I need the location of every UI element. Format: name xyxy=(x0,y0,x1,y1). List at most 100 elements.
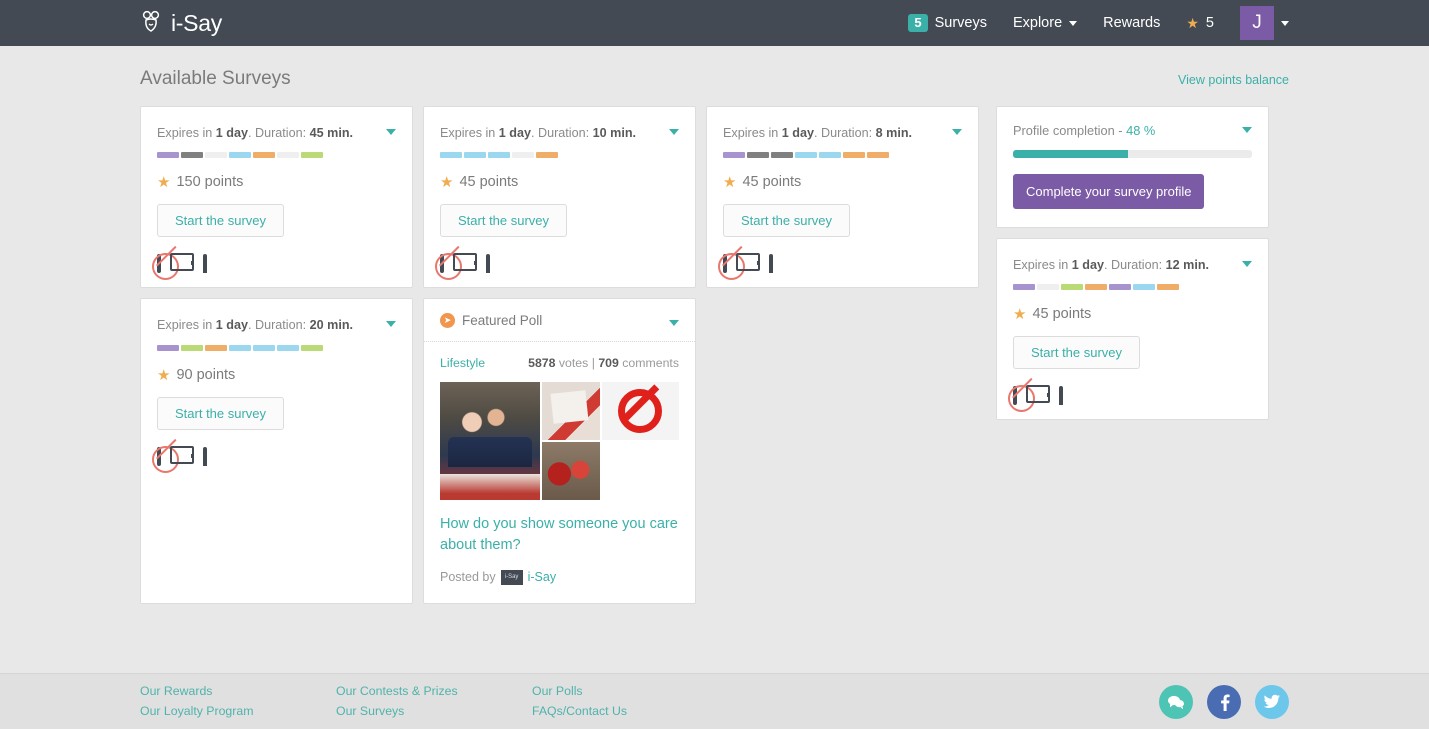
duration-value: 12 min. xyxy=(1165,258,1210,272)
tablet-icon xyxy=(1026,385,1050,404)
poll-votes-label: votes | xyxy=(555,356,599,371)
user-menu[interactable]: J xyxy=(1240,6,1289,40)
complete-profile-button[interactable]: Complete your survey profile xyxy=(1013,174,1205,209)
survey-points-label: 150 points xyxy=(176,174,244,191)
expires-value: 1 day xyxy=(215,318,249,333)
survey-card[interactable]: Expires in 1 day. Duration: 20 min. ★ 90… xyxy=(140,298,413,604)
chevron-down-icon[interactable] xyxy=(669,129,679,135)
nav-explore[interactable]: Explore xyxy=(1012,15,1078,31)
survey-card-header: Expires in 1 day. Duration: 12 min. xyxy=(1013,257,1252,273)
device-support-icons xyxy=(1008,385,1252,413)
footer-link[interactable]: Our Rewards xyxy=(140,683,336,700)
expires-value: 1 day xyxy=(1071,258,1105,272)
progress-segment xyxy=(229,152,251,159)
footer-link[interactable]: Our Surveys xyxy=(336,703,532,720)
chevron-down-icon[interactable] xyxy=(952,129,962,135)
start-survey-button[interactable]: Start the survey xyxy=(440,204,568,238)
avatar[interactable]: J xyxy=(1240,6,1274,40)
nav-points-value: 5 xyxy=(1205,15,1214,31)
footer-link[interactable]: Our Polls xyxy=(532,683,728,700)
chevron-down-icon[interactable] xyxy=(1242,127,1252,133)
expires-value: 1 day xyxy=(498,126,532,140)
survey-card-meta: Expires in 1 day. Duration: 45 min. xyxy=(157,125,353,141)
survey-card-meta: Expires in 1 day. Duration: 12 min. xyxy=(1013,257,1209,273)
progress-segment xyxy=(253,344,275,351)
progress-segment xyxy=(512,152,534,159)
arrow-circle-right-icon: ➤ xyxy=(440,313,455,329)
start-survey-button[interactable]: Start the survey xyxy=(1013,336,1141,370)
facebook-icon[interactable] xyxy=(1207,684,1241,719)
duration-prefix: . Duration: xyxy=(248,126,310,140)
duration-value: 8 min. xyxy=(875,126,913,140)
survey-card-header: Expires in 1 day. Duration: 45 min. xyxy=(157,125,396,141)
progress-segment xyxy=(1133,284,1155,291)
nav-links: 5 Surveys Explore Rewards ★ 5 J xyxy=(908,6,1289,40)
chevron-down-icon[interactable] xyxy=(1281,20,1289,26)
survey-card[interactable]: Expires in 1 day. Duration: 45 min. ★ 15… xyxy=(140,106,413,289)
footer-link[interactable]: Our Contests & Prizes xyxy=(336,683,532,700)
nav-rewards-label: Rewards xyxy=(1103,15,1161,31)
chat-bubble-icon[interactable] xyxy=(1159,684,1193,719)
survey-card[interactable]: Expires in 1 day. Duration: 12 min. ★ 45… xyxy=(996,238,1269,421)
survey-card[interactable]: Expires in 1 day. Duration: 10 min. ★ 45… xyxy=(423,106,696,289)
progress-segment xyxy=(205,344,227,351)
survey-card-meta: Expires in 1 day. Duration: 20 min. xyxy=(157,317,353,333)
progress-segment xyxy=(157,152,179,159)
survey-points-label: 45 points xyxy=(1032,306,1092,323)
mobile-phone-not-supported-icon xyxy=(152,253,179,281)
laptop-icon xyxy=(486,254,516,274)
profile-progress-fill xyxy=(1013,150,1128,158)
chevron-down-icon[interactable] xyxy=(669,319,679,326)
device-support-icons xyxy=(152,445,396,473)
mobile-phone-not-supported-icon xyxy=(435,253,462,281)
start-survey-button[interactable]: Start the survey xyxy=(157,396,285,430)
nav-points[interactable]: ★ 5 xyxy=(1186,15,1214,32)
footer-link[interactable]: Our Loyalty Program xyxy=(140,703,336,720)
nav-surveys[interactable]: 5 Surveys xyxy=(908,13,987,33)
nav-surveys-label: Surveys xyxy=(934,14,987,31)
footer-link[interactable]: FAQs/Contact Us xyxy=(532,703,728,720)
progress-segment xyxy=(1061,284,1083,291)
survey-card-header: Expires in 1 day. Duration: 10 min. xyxy=(440,125,679,141)
couple-dinner-photo[interactable] xyxy=(440,382,540,501)
chevron-down-icon[interactable] xyxy=(386,129,396,135)
poll-stats: Lifestyle 5878 votes | 709 comments xyxy=(440,356,679,370)
survey-progress-segments xyxy=(157,152,396,159)
greeting-card-petals-photo[interactable] xyxy=(541,382,600,441)
survey-points: ★ 150 points xyxy=(157,173,396,191)
poll-category-link[interactable]: Lifestyle xyxy=(440,356,485,370)
nav-explore-label: Explore xyxy=(1012,15,1063,31)
progress-segment xyxy=(157,344,179,351)
roses-gift-photo[interactable] xyxy=(541,442,600,501)
chevron-down-icon[interactable] xyxy=(1242,261,1252,267)
survey-card[interactable]: Expires in 1 day. Duration: 8 min. ★ 45 … xyxy=(706,106,979,289)
surveys-count-badge: 5 xyxy=(908,13,928,33)
duration-prefix: . Duration: xyxy=(1104,258,1166,272)
expires-value: 1 day xyxy=(781,126,815,140)
page-header: Available Surveys View points balance xyxy=(140,46,1289,106)
view-points-balance-link[interactable]: View points balance xyxy=(1178,73,1289,87)
progress-segment xyxy=(277,344,299,351)
start-survey-button[interactable]: Start the survey xyxy=(157,204,285,238)
featured-poll-card: ➤ Featured Poll Lifestyle 5878 votes | 7… xyxy=(423,298,696,604)
survey-progress-segments xyxy=(1013,284,1252,291)
device-support-icons xyxy=(152,253,396,281)
survey-card-meta: Expires in 1 day. Duration: 10 min. xyxy=(440,125,636,141)
laptop-icon xyxy=(769,254,799,274)
device-support-icons xyxy=(718,253,962,281)
expires-prefix: Expires in xyxy=(157,126,216,140)
twitter-icon[interactable] xyxy=(1255,684,1289,719)
chevron-down-icon[interactable] xyxy=(386,321,396,328)
star-icon: ★ xyxy=(1186,14,1199,31)
nav-rewards[interactable]: Rewards xyxy=(1103,15,1160,31)
author-link[interactable]: i-Say xyxy=(528,570,556,584)
duration-prefix: . Duration: xyxy=(814,126,876,140)
no-answer-option[interactable] xyxy=(601,382,679,441)
page-content: Available Surveys View points balance Ex… xyxy=(0,46,1429,604)
brand-logo-link[interactable]: i-Say xyxy=(140,10,222,37)
progress-segment xyxy=(277,152,299,159)
profile-progress-bar xyxy=(1013,150,1252,158)
poll-question-link[interactable]: How do you show someone you care about t… xyxy=(440,514,679,555)
start-survey-button[interactable]: Start the survey xyxy=(723,204,851,238)
profile-label-text: Profile completion - xyxy=(1013,123,1127,138)
